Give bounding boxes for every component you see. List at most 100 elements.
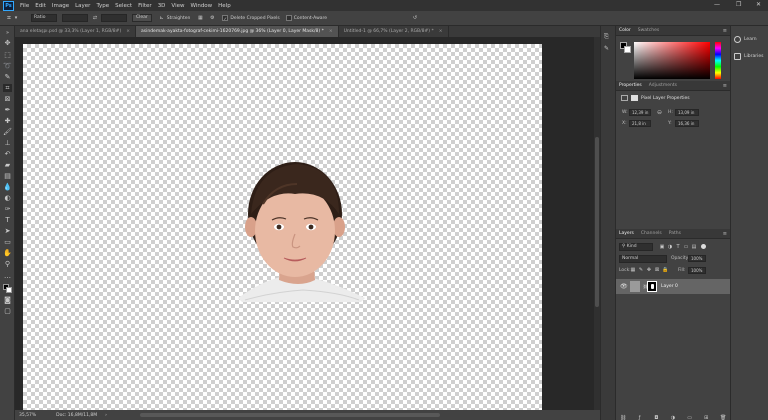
visibility-eye-icon[interactable]: 👁: [620, 283, 628, 290]
eraser-tool-icon[interactable]: ▰: [3, 161, 12, 169]
marquee-tool-icon[interactable]: ⬚: [3, 51, 12, 59]
filter-toggle-icon[interactable]: [701, 244, 706, 249]
horizontal-scrollbar[interactable]: [140, 413, 440, 417]
add-mask-icon[interactable]: ◘: [653, 415, 659, 420]
lock-position-icon[interactable]: ✥: [646, 267, 652, 273]
fill-field[interactable]: 100%: [688, 267, 706, 274]
tab-document-2[interactable]: asindemak-ayakta-fotograf-cekimi-1620769…: [135, 26, 339, 37]
close-icon[interactable]: ×: [329, 29, 333, 34]
eyedropper-tool-icon[interactable]: ✒: [3, 106, 12, 114]
background-color-swatch[interactable]: [624, 46, 631, 53]
layer-thumbnail[interactable]: [630, 281, 640, 292]
filter-type-icon[interactable]: T: [675, 244, 681, 250]
lock-artboard-icon[interactable]: ⊠: [654, 267, 660, 273]
move-tool-icon[interactable]: ✥: [3, 39, 12, 47]
blend-mode-dropdown[interactable]: Normal: [619, 255, 667, 263]
reset-icon[interactable]: ↺: [412, 15, 418, 21]
filter-smart-object-icon[interactable]: ▤: [691, 244, 697, 250]
gear-icon[interactable]: ⚙: [209, 15, 215, 21]
panel-menu-icon[interactable]: ≡: [723, 83, 727, 89]
width-field[interactable]: 12,39 in: [629, 109, 651, 116]
quick-select-tool-icon[interactable]: ✎: [3, 73, 12, 81]
width-ratio-field[interactable]: [62, 14, 88, 22]
crop-tool-icon[interactable]: ⌗: [3, 84, 12, 92]
filter-shape-icon[interactable]: ▭: [683, 244, 689, 250]
lasso-tool-icon[interactable]: ➰: [3, 62, 12, 70]
layer-filter-dropdown[interactable]: ⚲ Kind: [619, 243, 653, 251]
libraries-button[interactable]: Libraries: [734, 53, 763, 60]
height-field[interactable]: 13,09 in: [675, 109, 699, 116]
close-window-button[interactable]: ✕: [756, 1, 761, 8]
zoom-tool-icon[interactable]: ⚲: [3, 260, 12, 268]
restore-button[interactable]: ❐: [736, 1, 741, 8]
y-field[interactable]: 16,36 in: [675, 120, 699, 127]
fx-icon[interactable]: ƒ: [637, 415, 643, 420]
filter-pixel-icon[interactable]: ▣: [659, 244, 665, 250]
clear-button[interactable]: Clear: [132, 14, 152, 22]
new-group-icon[interactable]: ▭: [687, 415, 693, 420]
learn-button[interactable]: Learn: [734, 36, 757, 43]
tab-properties[interactable]: Properties: [619, 83, 642, 88]
close-icon[interactable]: ×: [439, 29, 443, 34]
lock-transparency-icon[interactable]: ▦: [630, 267, 636, 273]
quick-mask-icon[interactable]: ◙: [3, 296, 12, 304]
mask-icon[interactable]: [631, 95, 638, 101]
crop-tool-icon[interactable]: ⌗: [6, 15, 12, 22]
photoshop-logo[interactable]: Ps: [3, 0, 14, 11]
menu-type[interactable]: Type: [96, 3, 109, 9]
delete-cropped-checkbox[interactable]: ✓: [222, 15, 229, 21]
layer-name[interactable]: Layer 0: [661, 284, 678, 289]
tab-adjustments[interactable]: Adjustments: [649, 83, 677, 88]
brush-settings-icon[interactable]: ✎: [604, 45, 609, 52]
clone-stamp-icon[interactable]: ⊥: [3, 139, 12, 147]
layer-row[interactable]: 👁 ⛓ Layer 0: [616, 279, 730, 294]
panel-menu-icon[interactable]: ≡: [723, 231, 727, 237]
tab-swatches[interactable]: Swatches: [638, 28, 660, 33]
new-layer-icon[interactable]: ⊞: [703, 415, 709, 420]
trash-icon[interactable]: 🗑: [720, 415, 726, 420]
lock-pixels-icon[interactable]: ✎: [638, 267, 644, 273]
canvas-area[interactable]: [15, 37, 600, 410]
menu-edit[interactable]: Edit: [35, 3, 46, 9]
menu-file[interactable]: File: [20, 3, 29, 9]
brush-tool-icon[interactable]: 🖌: [3, 128, 12, 136]
path-selection-icon[interactable]: ➤: [3, 227, 12, 235]
menu-3d[interactable]: 3D: [158, 3, 166, 9]
doc-size[interactable]: Doc: 16,8M/11,8M: [56, 413, 97, 418]
scrollbar-thumb[interactable]: [595, 137, 599, 307]
straighten-icon[interactable]: ⊾: [159, 15, 165, 21]
tab-document-1[interactable]: ana eletaşpı.psd @ 33,3% (Layer 1, RGB/8…: [15, 26, 136, 37]
chevron-down-icon[interactable]: ▾: [13, 15, 19, 21]
history-brush-icon[interactable]: ↶: [3, 150, 12, 158]
menu-view[interactable]: View: [171, 3, 184, 9]
tab-paths[interactable]: Paths: [669, 231, 681, 236]
tab-document-3[interactable]: Untitled-1 @ 66,7% (Layer 2, RGB/8#) * ×: [339, 26, 449, 37]
edit-toolbar-icon[interactable]: …: [3, 272, 12, 280]
link-icon[interactable]: ⊖: [657, 109, 662, 116]
height-ratio-field[interactable]: [101, 14, 127, 22]
tab-color[interactable]: Color: [619, 28, 631, 33]
menu-image[interactable]: Image: [52, 3, 69, 9]
adjustment-layer-icon[interactable]: ◑: [670, 415, 676, 420]
tab-channels[interactable]: Channels: [641, 231, 662, 236]
menu-layer[interactable]: Layer: [75, 3, 90, 9]
hue-slider[interactable]: [715, 42, 721, 79]
menu-select[interactable]: Select: [115, 3, 132, 9]
zoom-level[interactable]: 35,57%: [19, 413, 36, 418]
menu-filter[interactable]: Filter: [138, 3, 152, 9]
dodge-tool-icon[interactable]: ◐: [3, 194, 12, 202]
x-field[interactable]: 21,8 in: [629, 120, 651, 127]
collapse-icon[interactable]: »: [3, 29, 12, 37]
content-aware-checkbox[interactable]: [285, 15, 292, 21]
link-layers-icon[interactable]: ⛓: [620, 415, 626, 420]
screen-mode-icon[interactable]: ▢: [3, 307, 12, 315]
minimize-button[interactable]: —: [714, 1, 720, 8]
history-icon[interactable]: ⎘: [604, 33, 609, 41]
tab-layers[interactable]: Layers: [619, 231, 634, 236]
shape-tool-icon[interactable]: ▭: [3, 238, 12, 246]
frame-tool-icon[interactable]: ⊠: [3, 95, 12, 103]
pen-tool-icon[interactable]: ✑: [3, 205, 12, 213]
blur-tool-icon[interactable]: 💧: [3, 183, 12, 191]
healing-brush-icon[interactable]: ✚: [3, 117, 12, 125]
swap-icon[interactable]: ⇄: [92, 15, 98, 21]
